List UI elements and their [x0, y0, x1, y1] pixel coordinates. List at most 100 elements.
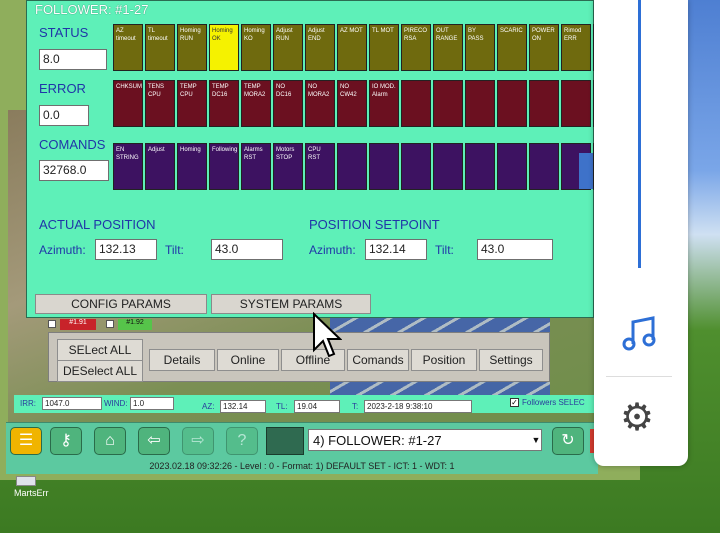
follower-window: FOLLOWER: #1-27 STATUS 8.0 AZ timeout TL …: [26, 0, 623, 318]
setpoint-azimuth-value: 132.14: [365, 239, 427, 260]
side-panel: ⚙: [594, 0, 688, 466]
flag-cell: EN STRING: [113, 143, 143, 190]
flag-cell: POWER ON: [529, 24, 559, 71]
refresh-icon[interactable]: ↻: [552, 427, 584, 455]
flag-cell: Rimod ERR: [561, 24, 591, 71]
view-selector[interactable]: [266, 427, 304, 455]
flag-cell: Adjust END: [305, 24, 335, 71]
flag-cell: [529, 143, 559, 190]
actual-tilt-label: Tilt:: [165, 243, 184, 257]
wind-label: WIND:: [104, 399, 128, 408]
t-label: T:: [352, 402, 359, 411]
error-label: ERROR: [39, 81, 86, 96]
flag-cell: TL MOT: [369, 24, 399, 71]
checkbox-tag-red[interactable]: [48, 320, 56, 328]
flag-cell: AZ timeout: [113, 24, 143, 71]
select-all-button[interactable]: SELect ALL: [57, 339, 143, 361]
checkbox-tag-green[interactable]: [106, 320, 114, 328]
setpoint-tilt-label: Tilt:: [435, 243, 454, 257]
flag-cell: Homing OK: [209, 24, 239, 71]
help-icon[interactable]: ?: [226, 427, 258, 455]
setpoint-azimuth-label: Azimuth:: [309, 243, 356, 257]
flag-cell: Homing RUN: [177, 24, 207, 71]
flag-cell: BY PASS: [465, 24, 495, 71]
back-arrow-icon[interactable]: ⇦: [138, 427, 170, 455]
tl-label: TL:: [276, 402, 288, 411]
tag-red: #1.91: [60, 319, 96, 330]
wind-value: 1.0: [130, 397, 174, 410]
list-icon[interactable]: ☰: [10, 427, 42, 455]
flag-cell: Alarms RST: [241, 143, 271, 190]
volume-slider[interactable]: [638, 0, 641, 268]
flag-cell: [497, 143, 527, 190]
setpoint-tilt-value: 43.0: [477, 239, 553, 260]
flag-cell: [465, 143, 495, 190]
actual-azimuth-label: Azimuth:: [39, 243, 86, 257]
settings-gear-icon[interactable]: ⚙: [620, 398, 654, 438]
info-bar: IRR: 1047.0 WIND: 1.0 AZ: 132.14 TL: 19.…: [14, 395, 594, 413]
flag-cell: Following: [209, 143, 239, 190]
flag-cell: [433, 143, 463, 190]
flag-cell: [561, 80, 591, 127]
error-value: 0.0: [39, 105, 89, 126]
comands-button[interactable]: Comands: [347, 349, 409, 371]
system-params-button[interactable]: SYSTEM PARAMS: [211, 294, 371, 314]
irr-label: IRR:: [20, 399, 36, 408]
home-icon[interactable]: ⌂: [94, 427, 126, 455]
comands-label: COMANDS: [39, 137, 106, 152]
error-flag-grid: CHKSUM TENS CPU TEMP CPU TEMP DC16 TEMP MORA…: [113, 80, 623, 127]
flag-cell: TENS CPU: [145, 80, 175, 127]
flag-cell: Homing: [177, 143, 207, 190]
irr-value: 1047.0: [42, 397, 102, 410]
flag-cell: [465, 80, 495, 127]
online-button[interactable]: Online: [217, 349, 279, 371]
actual-azimuth-value: 132.13: [95, 239, 157, 260]
flag-cell: [433, 80, 463, 127]
flag-cell: SCARIC: [497, 24, 527, 71]
app-icon: [16, 476, 36, 486]
setpoint-title: POSITION SETPOINT: [309, 217, 440, 232]
flag-cell: IO MOD. Alarm: [369, 80, 399, 127]
key-icon[interactable]: ⚷: [50, 427, 82, 455]
followers-label: Followers SELEC: [522, 398, 585, 407]
az-label: AZ:: [202, 402, 215, 411]
flag-cell: Adjust: [145, 143, 175, 190]
flag-cell: [497, 80, 527, 127]
desktop-icon[interactable]: MartsErr: [8, 476, 49, 516]
flag-cell: OUT RANGE: [433, 24, 463, 71]
action-panel: SELect ALL DESelect ALL Details Online O…: [48, 332, 550, 382]
scroll-indicator: [579, 153, 593, 189]
details-button[interactable]: Details: [149, 349, 215, 371]
flag-cell: [529, 80, 559, 127]
flag-cell: [401, 80, 431, 127]
comands-flag-grid: EN STRING Adjust Homing Following Alarms RST…: [113, 143, 623, 190]
flag-cell: TEMP DC16: [209, 80, 239, 127]
flag-cell: Adjust RUN: [273, 24, 303, 71]
flag-cell: AZ MOT: [337, 24, 367, 71]
forward-arrow-icon[interactable]: ⇨: [182, 427, 214, 455]
follower-select[interactable]: 4) FOLLOWER: #1-27: [308, 429, 542, 451]
flag-cell: Homing KO: [241, 24, 271, 71]
deselect-all-button[interactable]: DESelect ALL: [57, 360, 143, 382]
divider: [606, 376, 672, 377]
position-button[interactable]: Position: [411, 349, 477, 371]
flag-cell: [337, 143, 367, 190]
flag-cell: Motors STOP: [273, 143, 303, 190]
config-params-button[interactable]: CONFIG PARAMS: [35, 294, 207, 314]
flag-cell: TEMP MORA2: [241, 80, 271, 127]
settings-button[interactable]: Settings: [479, 349, 543, 371]
chevron-down-icon[interactable]: ▼: [530, 429, 542, 451]
flag-cell: TL timeout: [145, 24, 175, 71]
status-bar: 2023.02.18 09:32:26 - Level : 0 - Format…: [6, 458, 598, 474]
tag-green: #1.92: [118, 319, 152, 330]
flag-cell: [401, 143, 431, 190]
status-value: 8.0: [39, 49, 107, 70]
music-note-icon[interactable]: [620, 312, 660, 352]
flag-cell: TEMP CPU: [177, 80, 207, 127]
actual-position-title: ACTUAL POSITION: [39, 217, 156, 232]
flag-cell: CHKSUM: [113, 80, 143, 127]
flag-cell: [369, 143, 399, 190]
toolbar: ☰ ⚷ ⌂ ⇦ ⇨ ? 4) FOLLOWER: #1-27 ▼ ↻: [6, 422, 598, 458]
tl-value: 19.04: [294, 400, 340, 413]
followers-checkbox[interactable]: ✓: [510, 398, 519, 407]
